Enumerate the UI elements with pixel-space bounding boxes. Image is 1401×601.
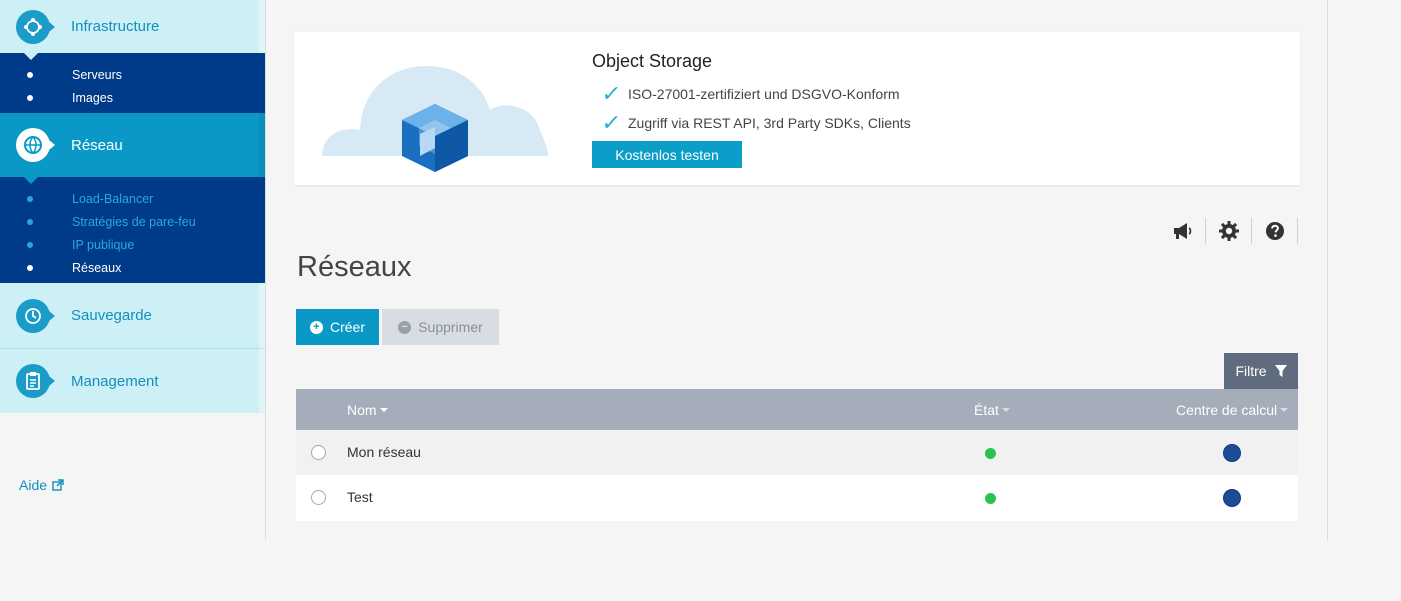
promo-title: Object Storage bbox=[592, 51, 713, 71]
bullet bbox=[27, 264, 33, 271]
external-link-icon bbox=[52, 479, 64, 491]
help-button[interactable] bbox=[1252, 218, 1298, 244]
check-icon: ✓ bbox=[600, 110, 623, 135]
sort-caret-icon bbox=[1280, 407, 1289, 412]
page-title: Réseaux bbox=[297, 251, 412, 283]
nav-management-label: Management bbox=[71, 372, 159, 390]
filter-label: Filtre bbox=[1235, 363, 1267, 379]
reseau-submenu: Load-Balancer Stratégies de pare-feu IP … bbox=[0, 177, 265, 283]
network-globe-icon bbox=[16, 128, 55, 162]
infrastructure-submenu: Serveurs Images bbox=[0, 53, 265, 113]
table-row[interactable]: Mon réseau bbox=[296, 430, 1298, 475]
promo-banner: Object Storage ✓ ISO-27001-zertifiziert … bbox=[294, 32, 1300, 185]
nav-reseau-label: Réseau bbox=[71, 136, 123, 154]
page-toolbar bbox=[1160, 218, 1298, 244]
clipboard-icon bbox=[16, 364, 55, 398]
eu-flag-icon bbox=[1223, 444, 1241, 462]
column-label: Centre de calcul bbox=[1176, 401, 1278, 418]
sidebar-item-label: Stratégies de pare-feu bbox=[72, 214, 196, 229]
column-header-state[interactable]: État bbox=[974, 402, 1010, 418]
help-link[interactable]: Aide bbox=[19, 477, 64, 493]
question-icon bbox=[1265, 222, 1284, 240]
sidebar: Infrastructure Serveurs Images Réseau Lo… bbox=[0, 0, 266, 540]
row-select-radio[interactable] bbox=[311, 445, 326, 460]
sidebar-item-reseaux[interactable]: Réseaux bbox=[0, 256, 265, 279]
promo-feature: ✓ Zugriff via REST API, 3rd Party SDKs, … bbox=[600, 110, 911, 136]
column-label: Nom bbox=[347, 401, 377, 418]
table-row[interactable]: Test bbox=[296, 475, 1298, 521]
networks-table: Nom État Centre de calcul Mon réseau Tes… bbox=[296, 389, 1298, 521]
help-label: Aide bbox=[19, 477, 48, 493]
nav-notch bbox=[24, 177, 38, 184]
bullet bbox=[27, 71, 33, 78]
bullet bbox=[27, 241, 33, 248]
sidebar-item-images[interactable]: Images bbox=[0, 86, 265, 109]
create-button[interactable]: + Créer bbox=[296, 309, 379, 345]
network-name: Mon réseau bbox=[347, 444, 421, 460]
sidebar-item-label: IP publique bbox=[72, 237, 135, 252]
row-select-radio[interactable] bbox=[311, 490, 326, 505]
sidebar-item-label: Serveurs bbox=[72, 67, 123, 82]
delete-label: Supprimer bbox=[418, 319, 483, 335]
nav-infrastructure[interactable]: Infrastructure bbox=[0, 0, 265, 60]
column-header-name[interactable]: Nom bbox=[347, 402, 388, 418]
sidebar-item-firewall[interactable]: Stratégies de pare-feu bbox=[0, 210, 265, 233]
bullet bbox=[27, 195, 33, 202]
plus-circle-icon: + bbox=[309, 320, 323, 334]
create-label: Créer bbox=[329, 319, 365, 335]
promo-feature-text: Zugriff via REST API, 3rd Party SDKs, Cl… bbox=[628, 115, 911, 131]
announcement-button[interactable] bbox=[1160, 218, 1206, 244]
sort-caret-icon bbox=[379, 407, 388, 412]
nav-sauvegarde[interactable]: Sauvegarde bbox=[0, 283, 265, 348]
bullet bbox=[27, 218, 33, 225]
sort-caret-icon bbox=[1001, 407, 1010, 412]
sidebar-item-public-ip[interactable]: IP publique bbox=[0, 233, 265, 256]
network-name: Test bbox=[347, 489, 373, 505]
column-label: État bbox=[974, 401, 999, 418]
minus-circle-icon: − bbox=[398, 320, 412, 334]
nav-infrastructure-label: Infrastructure bbox=[71, 18, 160, 35]
nav-reseau[interactable]: Réseau bbox=[0, 113, 265, 184]
check-icon: ✓ bbox=[600, 81, 623, 106]
content-border bbox=[1327, 0, 1328, 540]
status-ok-icon bbox=[985, 493, 996, 504]
try-free-button[interactable]: Kostenlos testen bbox=[592, 141, 742, 168]
sidebar-item-serveurs[interactable]: Serveurs bbox=[0, 63, 265, 86]
delete-button[interactable]: − Supprimer bbox=[382, 309, 499, 345]
nav-sauvegarde-label: Sauvegarde bbox=[71, 307, 152, 324]
megaphone-icon bbox=[1173, 223, 1191, 239]
promo-feature: ✓ ISO-27001-zertifiziert und DSGVO-Konfo… bbox=[600, 81, 900, 107]
column-header-datacenter[interactable]: Centre de calcul bbox=[1176, 401, 1289, 418]
status-ok-icon bbox=[985, 448, 996, 459]
cloud-storage-illustration bbox=[322, 66, 548, 172]
eu-flag-icon bbox=[1223, 489, 1241, 507]
sidebar-item-label: Load-Balancer bbox=[72, 191, 154, 206]
filter-button[interactable]: Filtre bbox=[1224, 353, 1298, 389]
settings-button[interactable] bbox=[1206, 218, 1252, 244]
sidebar-item-label: Images bbox=[72, 90, 113, 105]
infrastructure-icon bbox=[16, 9, 55, 44]
nav-management[interactable]: Management bbox=[0, 348, 265, 413]
nav-notch bbox=[24, 53, 38, 60]
sidebar-item-load-balancer[interactable]: Load-Balancer bbox=[0, 187, 265, 210]
gear-icon bbox=[1218, 221, 1239, 241]
bullet bbox=[27, 94, 33, 101]
sidebar-item-label: Réseaux bbox=[72, 260, 122, 275]
promo-feature-text: ISO-27001-zertifiziert und DSGVO-Konform bbox=[628, 86, 900, 102]
table-header: Nom État Centre de calcul bbox=[296, 389, 1298, 430]
backup-clock-icon bbox=[16, 298, 55, 333]
funnel-icon bbox=[1274, 364, 1287, 377]
